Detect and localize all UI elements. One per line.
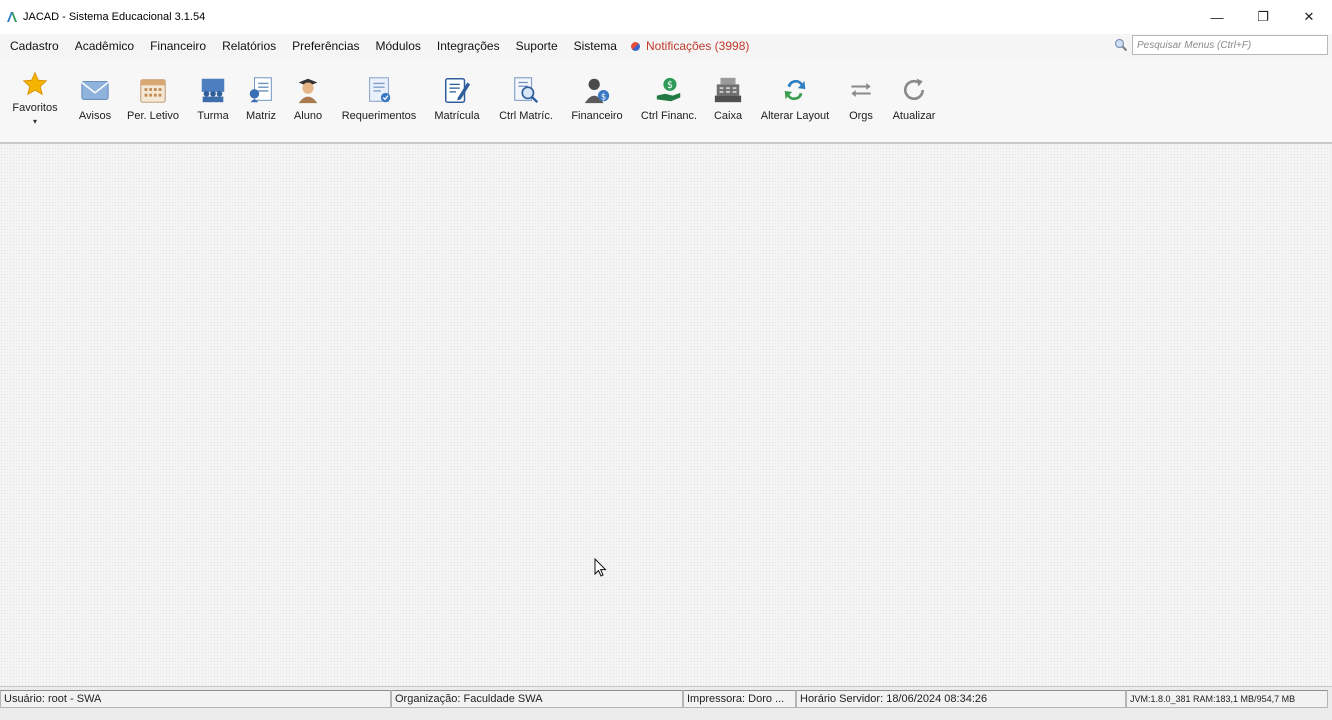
toolbar-label: Alterar Layout [760,110,830,122]
close-button[interactable]: ✕ [1286,0,1332,34]
menu-integracoes[interactable]: Integrações [437,39,500,53]
minimize-icon: — [1210,9,1224,25]
toolbar-label: Avisos [78,110,112,122]
toolbar-avisos[interactable]: Avisos [72,58,118,138]
menu-search [1114,35,1328,55]
menu-suporte[interactable]: Suporte [516,39,558,53]
toolbar-label: Ctrl Financ. [640,110,698,122]
svg-text:$: $ [667,80,673,91]
swap-layout-icon [779,74,811,106]
svg-text:$: $ [601,91,606,101]
title-bar: JACAD - Sistema Educacional 3.1.54 — ❐ ✕ [0,0,1332,34]
menu-academico[interactable]: Acadêmico [75,39,134,53]
toolbar-alterar-layout[interactable]: Alterar Layout [756,58,834,138]
toolbar-label: Aluno [293,110,323,122]
notifications-link[interactable]: Notificações (3998) [630,39,750,53]
restore-icon: ❐ [1257,9,1269,24]
toolbar-orgs[interactable]: Orgs [842,58,880,138]
menu-sistema[interactable]: Sistema [574,39,617,53]
star-icon [19,68,51,100]
toolbar-label: Favoritos [12,102,58,114]
toolbar-per-letivo[interactable]: Per. Letivo [122,58,184,138]
toolbar-matriz[interactable]: Matriz [240,58,282,138]
menu-preferencias[interactable]: Preferências [292,39,359,53]
refresh-icon [898,74,930,106]
toolbar-label: Atualizar [892,110,936,122]
status-server-time: Horário Servidor: 18/06/2024 08:34:26 [796,690,1126,708]
envelope-icon [79,74,111,106]
toolbar-label: Caixa [713,110,743,122]
toolbar-matricula[interactable]: Matrícula [428,58,486,138]
enrollment-search-icon [510,74,542,106]
window-controls: — ❐ ✕ [1194,0,1332,34]
chevron-down-icon: ▾ [32,117,37,126]
toolbar-label: Matrícula [434,110,480,122]
status-bar: Usuário: root - SWA Organização: Faculda… [0,686,1332,720]
menu-bar: Cadastro Acadêmico Financeiro Relatórios… [0,34,1332,58]
toolbar-label: Orgs [849,110,873,122]
cash-register-icon [712,74,744,106]
toolbar-ctrl-financ[interactable]: $ Ctrl Financ. [636,58,702,138]
toolbar-ctrl-matric[interactable]: Ctrl Matríc. [494,58,558,138]
calendar-icon [137,74,169,106]
menu-financeiro[interactable]: Financeiro [150,39,206,53]
toolbar-atualizar[interactable]: Atualizar [886,58,942,138]
enrollment-edit-icon [441,74,473,106]
jacad-logo-icon [7,12,17,22]
menu-modulos[interactable]: Módulos [376,39,421,53]
toolbar-label: Per. Letivo [127,110,179,122]
main-workspace[interactable] [0,144,1332,686]
toolbar-favoritos[interactable]: Favoritos ▾ [8,58,62,138]
toolbar-label: Ctrl Matríc. [499,110,553,122]
toolbar-label: Matriz [246,110,276,122]
toolbar-turma[interactable]: Turma [190,58,236,138]
toolbar-requerimentos[interactable]: Requerimentos [336,58,422,138]
toolbar-caixa[interactable]: Caixa [708,58,748,138]
toolbar: Favoritos ▾ Avisos Per. Letivo Turma Mat… [0,58,1332,144]
mouse-cursor-icon [594,558,607,577]
close-icon: ✕ [1303,9,1315,24]
status-user: Usuário: root - SWA [0,690,391,708]
status-jvm-memory: JVM:1.8.0_381 RAM:183,1 MB/954,7 MB [1126,690,1328,708]
toolbar-label: Requerimentos [341,110,417,122]
student-icon [292,74,324,106]
menu-cadastro[interactable]: Cadastro [10,39,59,53]
request-document-icon [363,74,395,106]
search-icon [1114,38,1128,52]
status-printer: Impressora: Doro ... [683,690,796,708]
class-group-icon [197,74,229,106]
matrix-document-icon [245,74,277,106]
toolbar-label: Financeiro [571,110,623,122]
restore-button[interactable]: ❐ [1240,0,1286,34]
toolbar-aluno[interactable]: Aluno [286,58,330,138]
toolbar-label: Turma [197,110,229,122]
switch-arrows-icon [845,74,877,106]
status-organization: Organização: Faculdade SWA [391,690,683,708]
search-menus-input[interactable] [1132,35,1328,55]
minimize-button[interactable]: — [1194,0,1240,34]
window-title: JACAD - Sistema Educacional 3.1.54 [23,11,206,23]
money-hand-icon: $ [653,74,685,106]
notifications-label: Notificações (3998) [645,39,750,53]
toolbar-financeiro[interactable]: $ Financeiro [566,58,628,138]
menu-relatorios[interactable]: Relatórios [222,39,276,53]
finance-person-icon: $ [581,74,613,106]
notification-icon [630,41,640,51]
